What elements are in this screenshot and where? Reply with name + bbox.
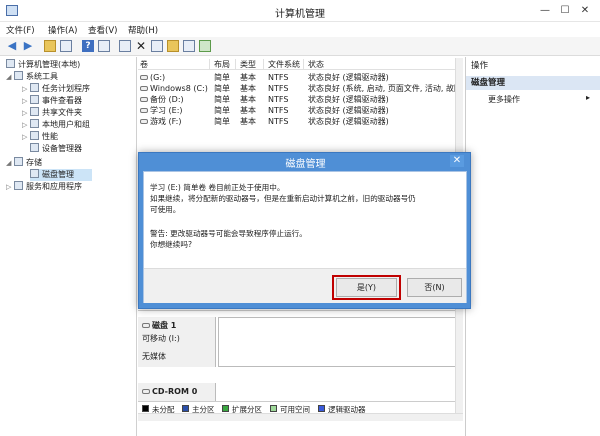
cdrom-0-label[interactable]: CD-ROM 0 bbox=[138, 383, 216, 401]
actions-pane: 操作 磁盘管理 更多操作 ▸ bbox=[465, 57, 600, 436]
window-title: 计算机管理 bbox=[275, 9, 325, 20]
menu-help[interactable]: 帮助(H) bbox=[128, 24, 158, 36]
disk-1-partition-area[interactable] bbox=[218, 317, 458, 367]
check-icon[interactable] bbox=[199, 40, 211, 52]
disk-icon bbox=[140, 97, 148, 102]
expand-icon[interactable]: ▷ bbox=[22, 131, 30, 143]
title-bar: 计算机管理 — ☐ ✕ bbox=[0, 0, 600, 22]
disk-icon bbox=[140, 119, 148, 124]
yes-button[interactable]: 是(Y) bbox=[336, 278, 397, 297]
col-filesystem[interactable]: 文件系统 bbox=[266, 59, 304, 70]
users-icon bbox=[30, 119, 39, 128]
properties-icon[interactable] bbox=[98, 40, 110, 52]
no-button[interactable]: 否(N) bbox=[407, 278, 462, 297]
tree-storage[interactable]: ◢ 存储 bbox=[6, 157, 42, 169]
disk-map-pane: 磁盘 1 可移动 (I:) 无媒体 CD-ROM 0 bbox=[138, 310, 463, 413]
expand-icon[interactable]: ▷ bbox=[6, 181, 14, 193]
disk-1-label[interactable]: 磁盘 1 可移动 (I:) 无媒体 bbox=[138, 317, 216, 367]
cdrom-icon bbox=[142, 389, 150, 394]
volume-row[interactable]: 备份 (D:) 简单 基本 NTFS 状态良好 (逻辑驱动器) bbox=[138, 94, 463, 105]
disk-management-icon bbox=[30, 169, 39, 178]
col-layout[interactable]: 布局 bbox=[212, 59, 236, 70]
disk-icon bbox=[140, 75, 148, 80]
more-actions[interactable]: 更多操作 bbox=[488, 94, 520, 105]
menu-bar: 文件(F) 操作(A) 查看(V) 帮助(H) bbox=[0, 22, 600, 37]
collapse-icon[interactable]: ◢ bbox=[6, 157, 14, 169]
collapse-icon[interactable]: ◢ bbox=[6, 71, 14, 83]
console-tree: 计算机管理(本地) ◢ 系统工具 ▷ 任务计划程序 ▷ 事件查看器 ▷ 共享文件夹 ▷ 本… bbox=[0, 57, 137, 436]
volume-row[interactable]: 学习 (E:) 简单 基本 NTFS 状态良好 (逻辑驱动器) bbox=[138, 105, 463, 116]
export-icon[interactable] bbox=[119, 40, 131, 52]
back-arrow-icon[interactable]: ◀ bbox=[6, 40, 18, 52]
col-status[interactable]: 状态 bbox=[306, 59, 456, 70]
dialog-message-line: 学习 (E:) 简单卷 卷目前正处于使用中。 bbox=[150, 183, 285, 192]
tree-root[interactable]: 计算机管理(本地) bbox=[6, 59, 80, 71]
toolbar: ◀ ▶ ? ✕ bbox=[0, 37, 600, 56]
tree-shared-folders[interactable]: ▷ 共享文件夹 bbox=[22, 107, 82, 119]
dialog-message-line: 可使用。 bbox=[150, 205, 181, 214]
minimize-button[interactable]: — bbox=[536, 4, 554, 17]
shared-folder-icon bbox=[30, 107, 39, 116]
removable-disk-icon bbox=[142, 323, 150, 328]
col-type[interactable]: 类型 bbox=[238, 59, 264, 70]
properties-sheet-icon[interactable] bbox=[151, 40, 163, 52]
horizontal-scrollbar[interactable] bbox=[138, 413, 463, 421]
dialog-title: 磁盘管理 bbox=[285, 159, 326, 170]
open-folder-icon[interactable] bbox=[167, 40, 179, 52]
chevron-right-icon[interactable]: ▸ bbox=[586, 93, 590, 102]
col-volume[interactable]: 卷 bbox=[138, 59, 210, 70]
volume-row[interactable]: (G:) 简单 基本 NTFS 状态良好 (逻辑驱动器) bbox=[138, 72, 463, 83]
disk-icon bbox=[140, 108, 148, 113]
maximize-button[interactable]: ☐ bbox=[556, 4, 574, 17]
device-icon bbox=[30, 143, 39, 152]
tree-services-apps[interactable]: ▷ 服务和应用程序 bbox=[6, 181, 82, 193]
show-tree-icon[interactable] bbox=[60, 40, 72, 52]
tree-system-tools[interactable]: ◢ 系统工具 bbox=[6, 71, 58, 83]
tree-event-viewer[interactable]: ▷ 事件查看器 bbox=[22, 95, 82, 107]
tools-icon bbox=[14, 71, 23, 80]
refresh-icon[interactable] bbox=[183, 40, 195, 52]
dialog-body: 学习 (E:) 简单卷 卷目前正处于使用中。 如果继续，将分配新的驱动器号，但是… bbox=[143, 171, 467, 303]
dialog-close-icon[interactable]: ✕ bbox=[450, 155, 464, 167]
expand-icon[interactable]: ▷ bbox=[22, 95, 30, 107]
volume-list-header: 卷 布局 类型 文件系统 状态 bbox=[138, 58, 463, 70]
dialog-question-line: 你想继续吗? bbox=[150, 240, 192, 249]
dialog-message-line: 如果继续，将分配新的驱动器号，但是在重新启动计算机之前，旧的驱动器号仍 bbox=[150, 194, 416, 203]
legend-primary-swatch bbox=[182, 405, 189, 412]
legend-free-swatch bbox=[270, 405, 277, 412]
actions-section-disk-management[interactable]: 磁盘管理 bbox=[466, 76, 600, 90]
tree-task-scheduler[interactable]: ▷ 任务计划程序 bbox=[22, 83, 90, 95]
storage-icon bbox=[14, 157, 23, 166]
dialog-warning-line: 警告: 更改驱动器号可能会导致程序停止运行。 bbox=[150, 229, 307, 238]
menu-file[interactable]: 文件(F) bbox=[6, 24, 35, 36]
expand-icon[interactable]: ▷ bbox=[22, 83, 30, 95]
help-icon[interactable]: ? bbox=[82, 40, 94, 52]
event-icon bbox=[30, 95, 39, 104]
actions-header: 操作 bbox=[471, 61, 489, 71]
menu-view[interactable]: 查看(V) bbox=[88, 24, 117, 36]
expand-icon[interactable]: ▷ bbox=[22, 119, 30, 131]
tree-local-users[interactable]: ▷ 本地用户和组 bbox=[22, 119, 90, 131]
volume-row[interactable]: 游戏 (F:) 简单 基本 NTFS 状态良好 (逻辑驱动器) bbox=[138, 116, 463, 127]
tree-performance[interactable]: ▷ 性能 bbox=[22, 131, 58, 143]
up-folder-icon[interactable] bbox=[44, 40, 56, 52]
legend-logical-swatch bbox=[318, 405, 325, 412]
performance-icon bbox=[30, 131, 39, 140]
tree-device-manager[interactable]: 设备管理器 bbox=[30, 143, 82, 155]
computer-icon bbox=[6, 59, 15, 68]
legend-extended-swatch bbox=[222, 405, 229, 412]
delete-icon[interactable]: ✕ bbox=[135, 40, 147, 52]
disk-management-dialog: 磁盘管理 ✕ 学习 (E:) 简单卷 卷目前正处于使用中。 如果继续，将分配新的… bbox=[138, 152, 471, 309]
legend-unallocated-swatch bbox=[142, 405, 149, 412]
volume-row[interactable]: Windows8 (C:) 简单 基本 NTFS 状态良好 (系统, 启动, 页… bbox=[138, 83, 463, 94]
tree-disk-management[interactable]: 磁盘管理 bbox=[30, 169, 92, 181]
close-button[interactable]: ✕ bbox=[576, 4, 594, 17]
disk-icon bbox=[140, 86, 148, 91]
forward-arrow-icon[interactable]: ▶ bbox=[22, 40, 34, 52]
menu-action[interactable]: 操作(A) bbox=[48, 24, 77, 36]
expand-icon[interactable]: ▷ bbox=[22, 107, 30, 119]
clock-icon bbox=[30, 83, 39, 92]
services-icon bbox=[14, 181, 23, 190]
